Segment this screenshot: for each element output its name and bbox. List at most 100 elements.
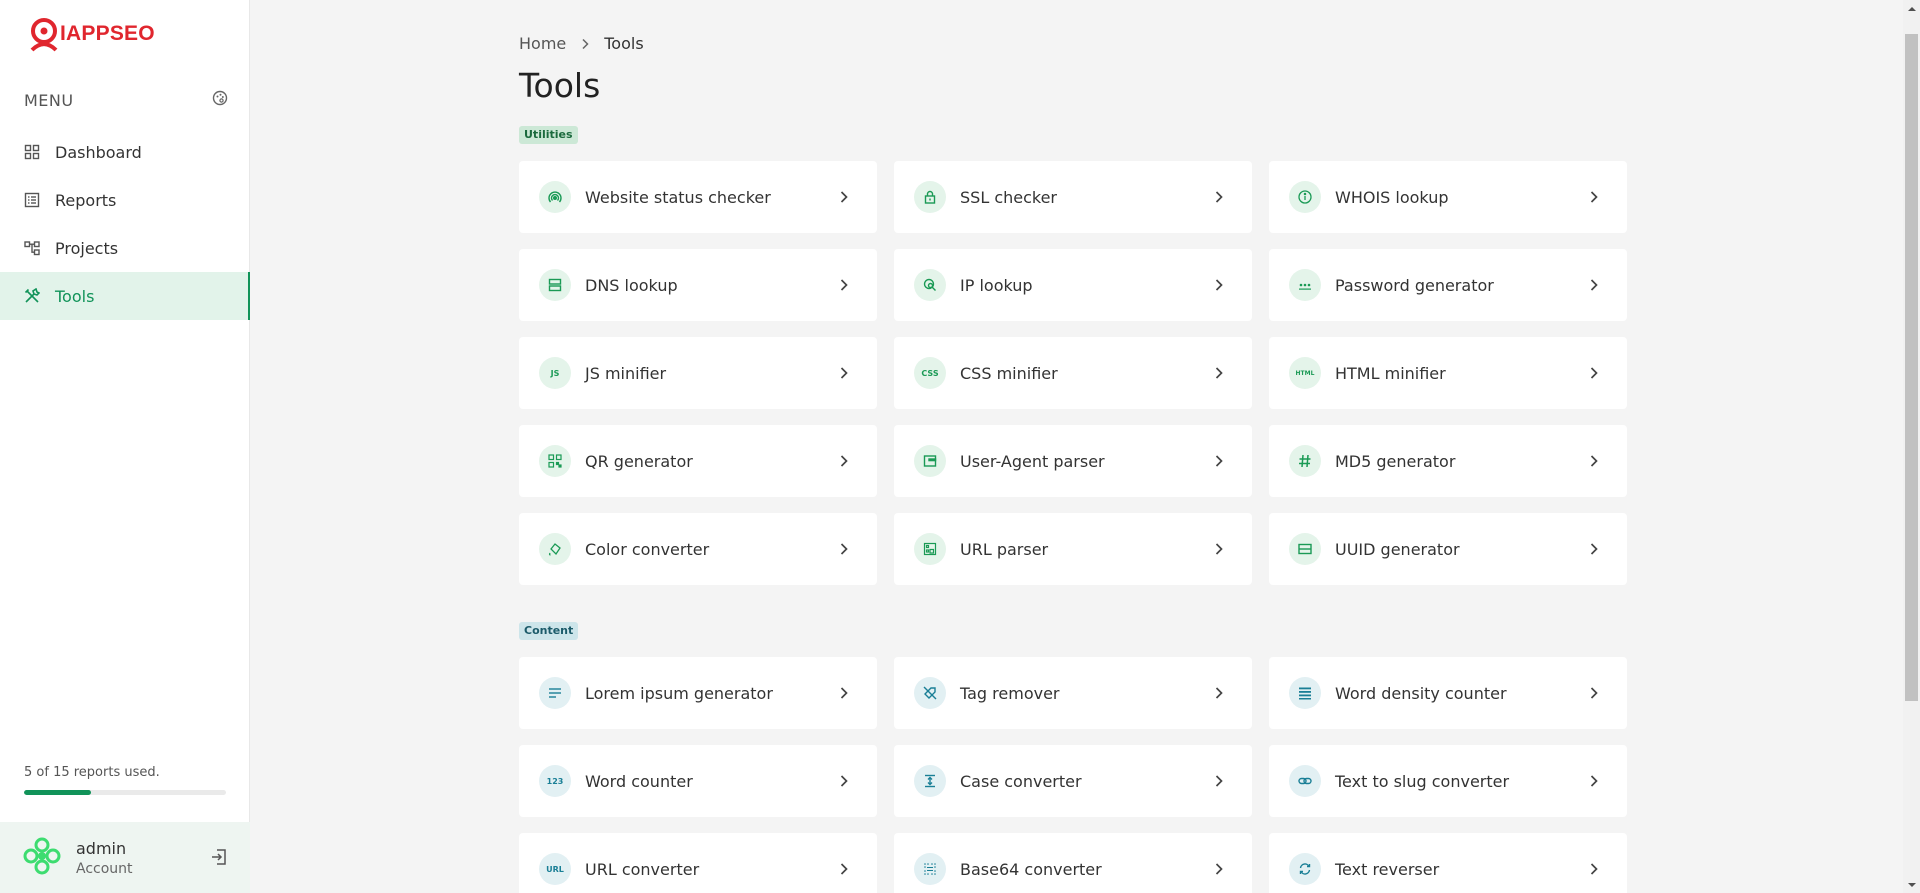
tools-grid-content: Lorem ipsum generator Tag remover Word den… <box>519 657 1627 893</box>
tool-card-label: Text to slug converter <box>1335 771 1510 791</box>
sidebar: IAPPSEO MENU Dashboard Reports Projects <box>0 0 250 893</box>
tool-card-password-generator[interactable]: Password generator <box>1269 249 1627 321</box>
logout-icon[interactable] <box>210 848 228 870</box>
tool-card-text-reverser[interactable]: Text reverser <box>1269 833 1627 893</box>
tool-card-ssl-checker[interactable]: SSL checker <box>894 161 1252 233</box>
url-grid-icon <box>914 533 946 565</box>
tool-card-css-minifier[interactable]: CSS CSS minifier <box>894 337 1252 409</box>
tool-card-js-minifier[interactable]: JS JS minifier <box>519 337 877 409</box>
sidebar-item-dashboard[interactable]: Dashboard <box>0 128 250 176</box>
tool-card-label: HTML minifier <box>1335 363 1446 383</box>
menu-title: MENU <box>24 90 74 110</box>
chevron-right-icon <box>1589 454 1599 468</box>
chevron-right-icon <box>839 278 849 292</box>
scrollbar-thumb[interactable] <box>1905 34 1918 701</box>
password-dots-icon <box>1289 269 1321 301</box>
sidebar-item-label: Tools <box>55 286 95 306</box>
sidebar-item-tools[interactable]: Tools <box>0 272 250 320</box>
tool-card-website-status-checker[interactable]: Website status checker <box>519 161 877 233</box>
tool-card-label: Word counter <box>585 771 693 791</box>
tool-card-label: SSL checker <box>960 187 1058 207</box>
tool-card-dns-lookup[interactable]: DNS lookup <box>519 249 877 321</box>
tool-card-base64-converter[interactable]: Base64 converter <box>894 833 1252 893</box>
tool-card-label: WHOIS lookup <box>1335 187 1449 207</box>
tool-card-label: Website status checker <box>585 187 771 207</box>
numbers-icon: 123 <box>539 765 571 797</box>
icon-text: CSS <box>921 368 939 378</box>
chevron-right-icon <box>1589 278 1599 292</box>
chevron-right-icon <box>1589 542 1599 556</box>
breadcrumb-home-link[interactable]: Home <box>519 34 566 53</box>
chevron-right-icon <box>1214 190 1224 204</box>
chevron-right-icon <box>839 862 849 876</box>
tool-card-color-converter[interactable]: Color converter <box>519 513 877 585</box>
tools-icon <box>24 288 40 304</box>
tool-card-label: Color converter <box>585 539 710 559</box>
tool-card-whois-lookup[interactable]: WHOIS lookup <box>1269 161 1627 233</box>
chevron-right-icon <box>1589 366 1599 380</box>
js-icon: JS <box>539 357 571 389</box>
chevron-right-icon <box>839 366 849 380</box>
logo-text: IAPPSEO <box>60 22 155 45</box>
sidebar-item-projects[interactable]: Projects <box>0 224 250 272</box>
hierarchy-icon <box>24 240 40 256</box>
tool-card-label: Password generator <box>1335 275 1494 295</box>
scroll-down-arrow-icon[interactable] <box>1903 876 1920 893</box>
density-icon <box>1289 677 1321 709</box>
tool-card-label: User-Agent parser <box>960 451 1105 471</box>
chevron-right-icon <box>1214 862 1224 876</box>
tool-card-label: JS minifier <box>585 363 667 383</box>
icon-text: URL <box>546 864 564 874</box>
sidebar-item-reports[interactable]: Reports <box>0 176 250 224</box>
breadcrumb-current: Tools <box>604 34 644 53</box>
chevron-right-icon <box>839 774 849 788</box>
tag-off-icon <box>914 677 946 709</box>
logo[interactable]: IAPPSEO <box>26 16 155 52</box>
tool-card-label: URL parser <box>960 539 1049 559</box>
tool-card-label: Text reverser <box>1335 859 1440 879</box>
tool-card-tag-remover[interactable]: Tag remover <box>894 657 1252 729</box>
theme-palette-icon[interactable] <box>212 90 228 110</box>
sidebar-item-label: Dashboard <box>55 142 142 162</box>
tool-card-ip-lookup[interactable]: IP lookup <box>894 249 1252 321</box>
account-panel[interactable]: admin Account <box>0 822 250 893</box>
avatar <box>22 836 62 880</box>
vertical-align-icon <box>914 765 946 797</box>
tool-card-url-parser[interactable]: URL parser <box>894 513 1252 585</box>
tool-card-label: UUID generator <box>1335 539 1460 559</box>
tool-card-label: QR generator <box>585 451 693 471</box>
tool-card-label: Case converter <box>960 771 1082 791</box>
tool-card-url-converter[interactable]: URL URL converter <box>519 833 877 893</box>
chevron-right-icon <box>839 686 849 700</box>
page-scrollbar[interactable] <box>1903 0 1920 893</box>
chevron-right-icon <box>1589 686 1599 700</box>
section-badge-content: Content <box>519 622 579 640</box>
tool-card-text-to-slug-converter[interactable]: Text to slug converter <box>1269 745 1627 817</box>
scroll-up-arrow-icon[interactable] <box>1903 0 1920 17</box>
sidebar-nav: Dashboard Reports Projects Tools <box>0 128 250 320</box>
chevron-right-icon <box>839 454 849 468</box>
html-icon: HTML <box>1289 357 1321 389</box>
tool-card-label: URL converter <box>585 859 700 879</box>
chevron-right-icon <box>839 542 849 556</box>
tool-card-word-density-counter[interactable]: Word density counter <box>1269 657 1627 729</box>
tool-card-user-agent-parser[interactable]: User-Agent parser <box>894 425 1252 497</box>
menu-header: MENU <box>24 90 228 110</box>
card-icon <box>1289 533 1321 565</box>
tool-card-qr-generator[interactable]: QR generator <box>519 425 877 497</box>
tool-card-case-converter[interactable]: Case converter <box>894 745 1252 817</box>
page-title: Tools <box>519 66 601 105</box>
tool-card-md5-generator[interactable]: MD5 generator <box>1269 425 1627 497</box>
tool-card-uuid-generator[interactable]: UUID generator <box>1269 513 1627 585</box>
account-names: admin Account <box>76 839 133 877</box>
tool-card-html-minifier[interactable]: HTML HTML minifier <box>1269 337 1627 409</box>
tool-card-label: CSS minifier <box>960 363 1058 383</box>
chevron-right-icon <box>1589 862 1599 876</box>
tool-card-label: IP lookup <box>960 275 1033 295</box>
tool-card-lorem-ipsum-generator[interactable]: Lorem ipsum generator <box>519 657 877 729</box>
refresh-icon <box>1289 853 1321 885</box>
chevron-right-icon <box>1214 278 1224 292</box>
usage-text: 5 of 15 reports used. <box>24 765 160 780</box>
tool-card-word-counter[interactable]: 123 Word counter <box>519 745 877 817</box>
paint-bucket-icon <box>539 533 571 565</box>
